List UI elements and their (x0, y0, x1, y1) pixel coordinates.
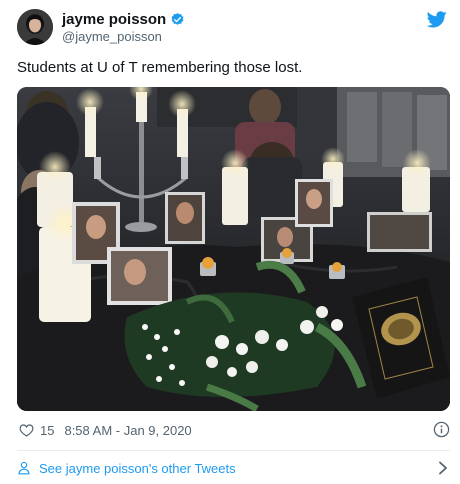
person-icon (17, 461, 31, 475)
tweet-meta: 15 8:58 AM - Jan 9, 2020 (19, 421, 450, 439)
avatar[interactable] (17, 9, 53, 45)
tweet-photo[interactable] (17, 87, 450, 411)
author-names: jayme poisson @jayme_poisson (62, 10, 185, 44)
verified-badge-icon (170, 12, 185, 27)
like-count[interactable]: 15 (40, 423, 54, 438)
info-icon[interactable] (433, 421, 450, 438)
tweet-card: jayme poisson @jayme_poisson Students at… (0, 0, 460, 484)
tweet-timestamp[interactable]: 8:58 AM - Jan 9, 2020 (64, 423, 191, 438)
heart-icon[interactable] (19, 423, 34, 437)
other-tweets-label[interactable]: See jayme poisson's other Tweets (39, 461, 236, 476)
author-handle[interactable]: @jayme_poisson (62, 29, 185, 44)
other-tweets-link[interactable]: See jayme poisson's other Tweets (17, 459, 450, 477)
chevron-right-icon[interactable] (438, 461, 448, 475)
twitter-bird-icon[interactable] (426, 11, 447, 28)
tweet-text: Students at U of T remembering those los… (17, 59, 303, 76)
author-display-name[interactable]: jayme poisson (62, 11, 166, 28)
divider (17, 450, 450, 451)
tweet-header: jayme poisson @jayme_poisson (17, 9, 447, 45)
